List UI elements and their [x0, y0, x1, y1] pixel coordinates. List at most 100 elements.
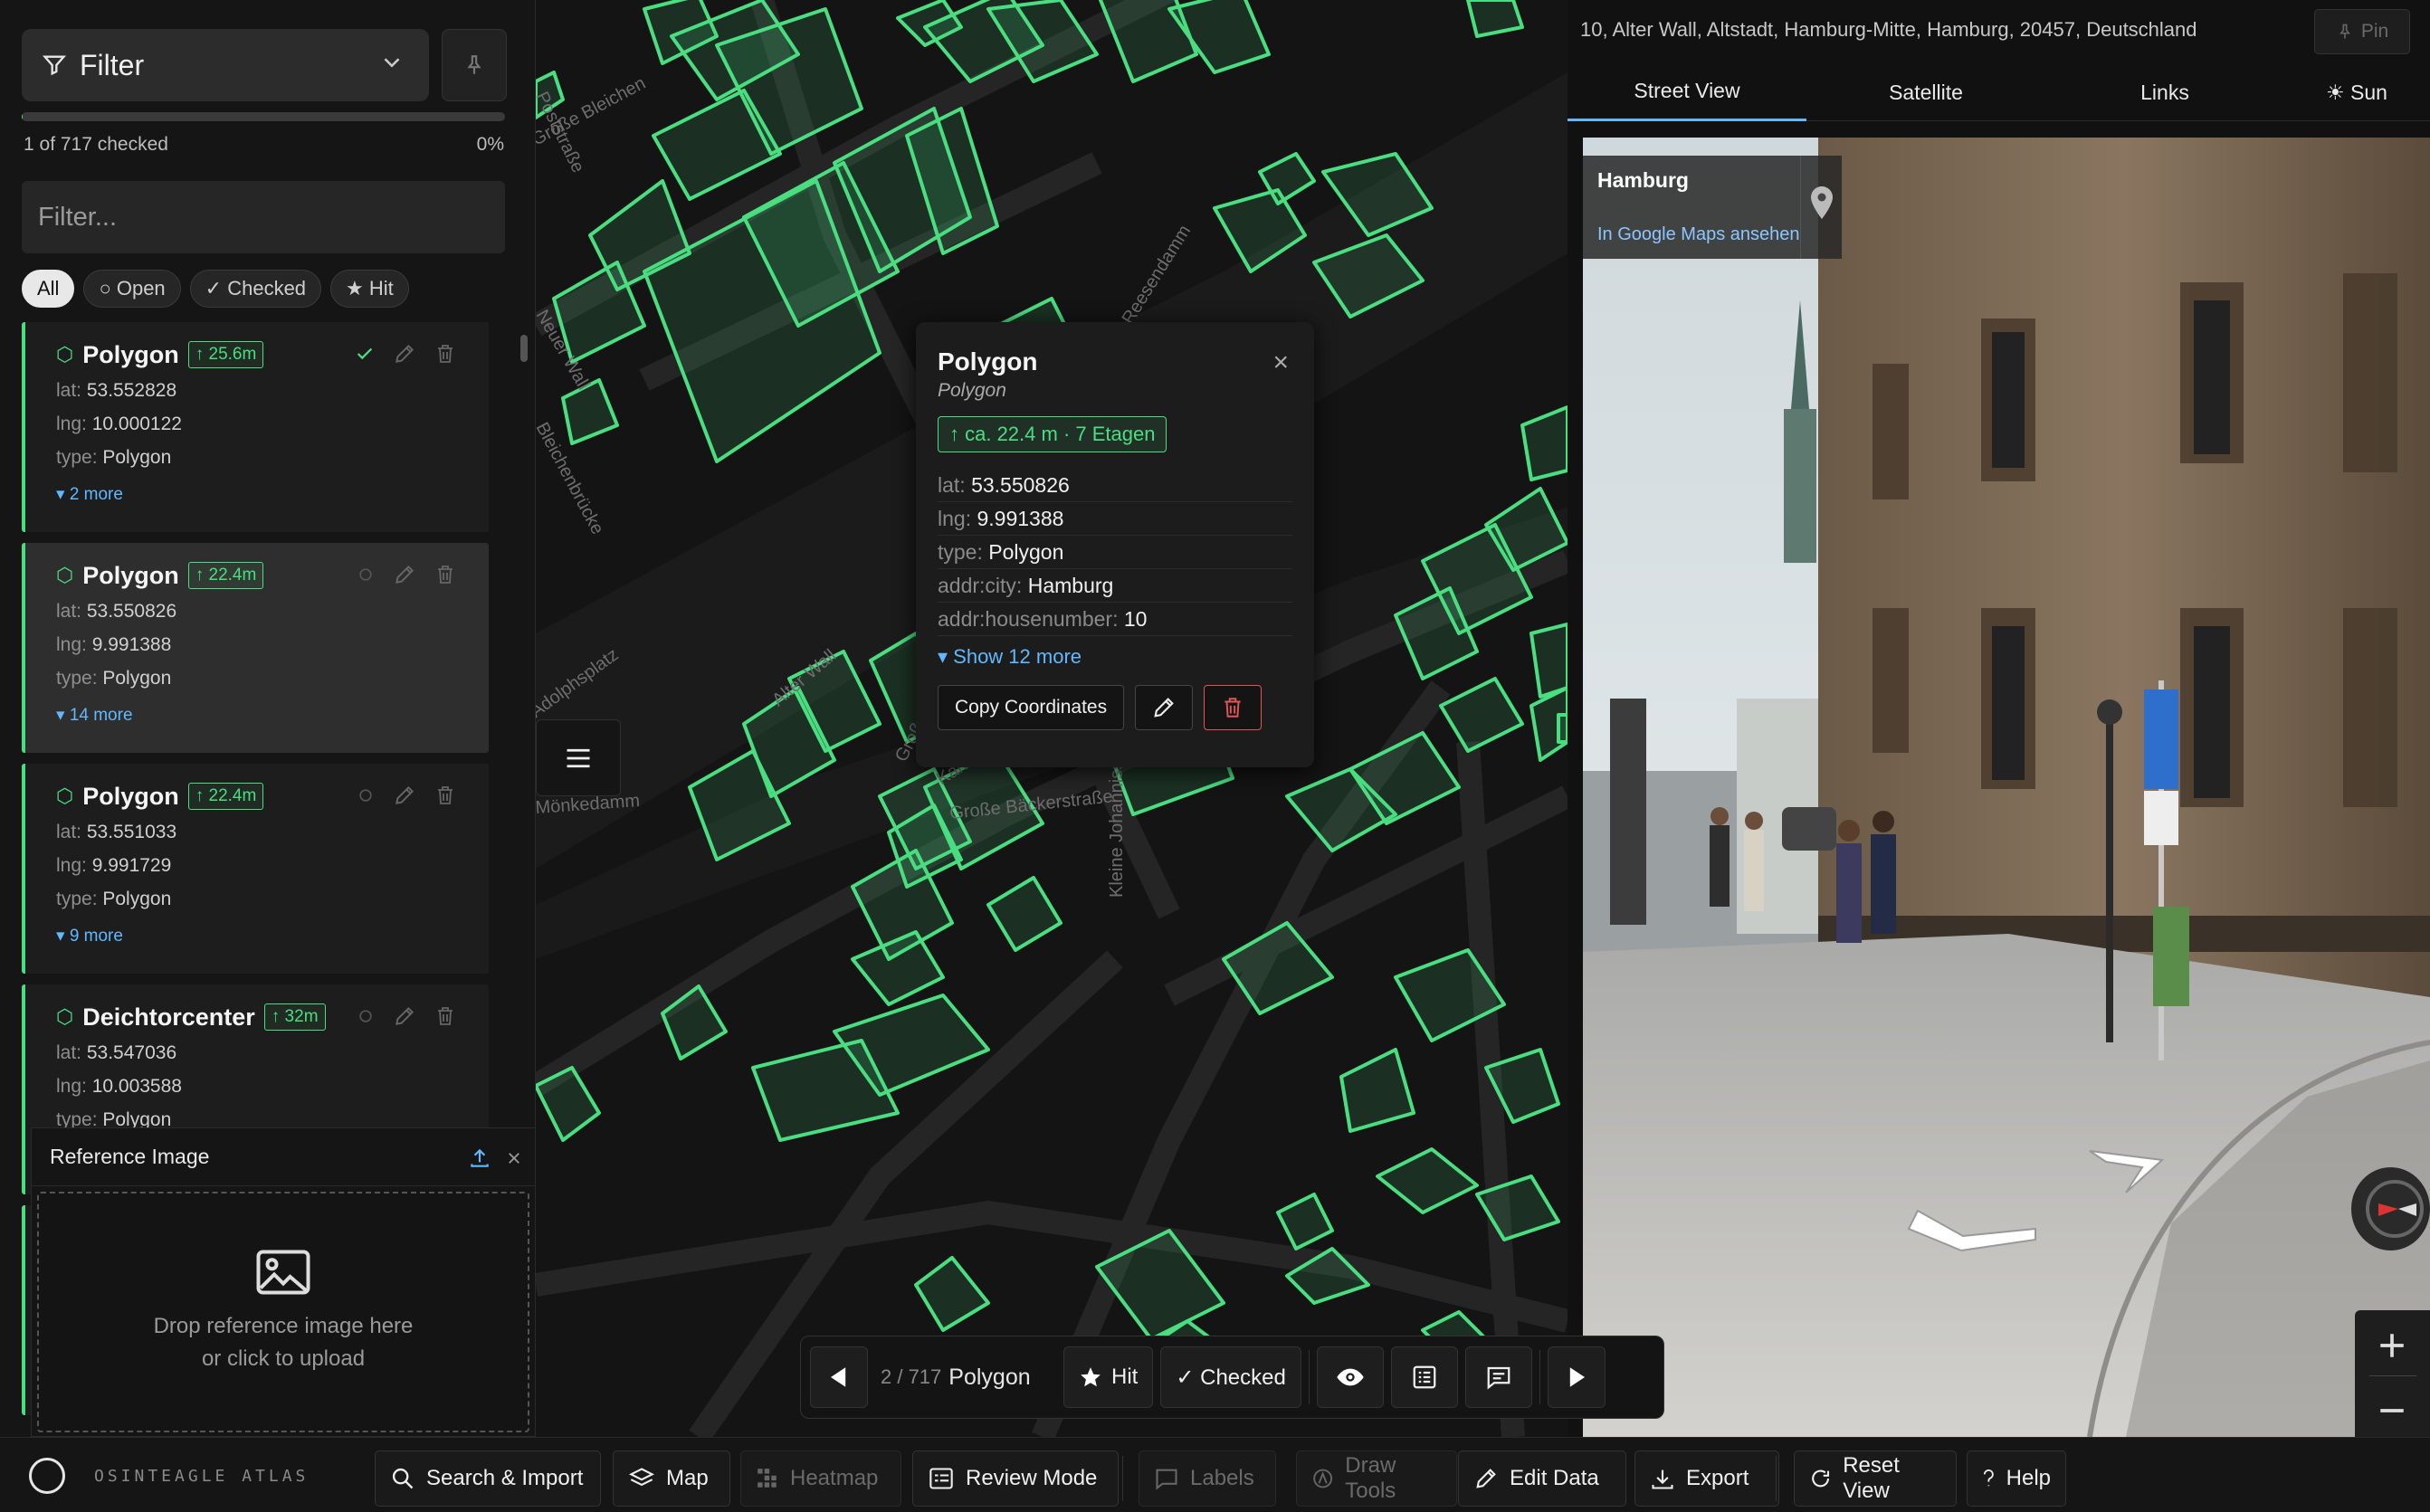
property-value: 9.991388 [977, 507, 1064, 530]
trash-icon[interactable] [434, 1004, 456, 1028]
heatmap-icon [758, 1469, 777, 1488]
notes-button[interactable] [1464, 1346, 1532, 1408]
scrollbar-thumb[interactable] [520, 335, 528, 362]
dropzone-line-1: Drop reference image here [153, 1314, 414, 1338]
trash-icon[interactable] [434, 342, 456, 366]
popup-close-icon[interactable]: × [1272, 347, 1289, 378]
feature-lat: lat: 53.550826 [56, 601, 489, 625]
hit-button[interactable]: Hit [1063, 1346, 1154, 1408]
feature-card[interactable]: ⬡ Polygon ↑ 25.6m lat: 53.552828 lng: 10.000… [22, 322, 489, 532]
popup-property-row: addr:city: Hamburg [938, 569, 1292, 603]
filter-chip[interactable]: All [22, 270, 75, 308]
open-circle-icon[interactable] [357, 786, 375, 804]
property-value: 53.550826 [971, 473, 1070, 497]
popup-delete-button[interactable] [1204, 685, 1263, 730]
close-icon[interactable] [506, 1150, 522, 1166]
next-feature-button[interactable] [1547, 1346, 1606, 1408]
feature-name: Polygon [82, 340, 179, 368]
edit-data-button[interactable]: Edit Data [1458, 1450, 1626, 1507]
edit-icon [1476, 1469, 1496, 1488]
pin-icon [2339, 24, 2350, 39]
reference-dropzone[interactable]: Drop reference image here or click to up… [37, 1192, 529, 1432]
pencil-icon[interactable] [393, 563, 416, 586]
feature-card[interactable]: ⬡ Polygon ↑ 22.4m lat: 53.550826 lng: 9.9913… [22, 543, 489, 753]
heatmap-button: Heatmap [740, 1450, 901, 1507]
triangle-right-icon [1569, 1367, 1585, 1387]
lat-value: 53.547036 [86, 1042, 177, 1063]
view-tab[interactable]: ☀ Sun [2284, 63, 2429, 121]
filter-chip[interactable]: ★ Hit [330, 270, 409, 308]
show-more-link[interactable]: ▾ 2 more [56, 484, 489, 505]
lng-value: 9.991729 [91, 855, 172, 876]
filter-title: Filter [80, 48, 145, 81]
reference-panel-title: Reference Image [50, 1145, 210, 1168]
height-badge: ↑ 32m [263, 1003, 326, 1031]
view-tab[interactable]: Satellite [1806, 63, 2045, 121]
compass-control[interactable] [2351, 1167, 2430, 1250]
view-tabs: Street View Satellite Links ☀ Sun [1568, 63, 2430, 121]
pin-sidebar-button[interactable] [442, 29, 507, 101]
view-tab[interactable]: Links [2045, 63, 2284, 121]
zoom-out-icon[interactable] [2377, 1395, 2407, 1426]
lng-label: lng: [56, 414, 87, 434]
map-menu-button[interactable] [536, 719, 621, 796]
show-more-link[interactable]: ▾ 9 more [56, 926, 489, 946]
feature-name: Deichtorcenter [82, 1003, 255, 1031]
check-icon[interactable] [355, 344, 375, 364]
property-key: addr:city: [938, 574, 1023, 597]
open-in-google-maps-link[interactable]: In Google Maps ansehen [1597, 224, 1800, 245]
comment-icon [1487, 1366, 1510, 1390]
feature-name: Polygon [948, 1364, 1031, 1390]
prev-feature-button[interactable] [810, 1346, 868, 1408]
type-label: type: [56, 889, 98, 909]
feature-lat: lat: 53.547036 [56, 1042, 489, 1067]
open-circle-icon[interactable] [357, 1007, 375, 1025]
trash-icon[interactable] [434, 563, 456, 586]
review-mode-button[interactable]: Review Mode [912, 1450, 1119, 1507]
map-pin-icon[interactable] [1811, 186, 1833, 219]
popup-actions: Copy Coordinates [938, 685, 1292, 730]
reference-image-panel: Reference Image Drop reference image her… [31, 1127, 536, 1437]
hexagon-icon: ⬡ [56, 343, 74, 366]
toolbar-button-label: Map [666, 1466, 709, 1490]
lat-label: lat: [56, 601, 82, 622]
street-view-image[interactable] [1583, 138, 2430, 1437]
trash-icon[interactable] [434, 784, 456, 807]
pencil-icon[interactable] [393, 784, 416, 807]
popup-show-more-link[interactable]: ▾ Show 12 more [938, 645, 1292, 669]
reset-view-button[interactable]: Reset View [1794, 1450, 1957, 1507]
view-tab[interactable]: Street View [1568, 63, 1806, 121]
open-circle-icon[interactable] [357, 566, 375, 584]
pencil-icon[interactable] [393, 342, 416, 366]
export-button[interactable]: Export [1634, 1450, 1779, 1507]
filter-chip[interactable]: ✓ Checked [189, 270, 322, 308]
upload-icon[interactable] [468, 1146, 491, 1170]
details-list-button[interactable] [1390, 1346, 1458, 1408]
filter-dropdown[interactable]: Filter [22, 29, 429, 101]
show-more-link[interactable]: ▾ 14 more [56, 705, 489, 726]
filter-input[interactable] [22, 181, 505, 253]
search-import-button[interactable]: Search & Import [375, 1450, 601, 1507]
lat-value: 53.551033 [86, 822, 177, 842]
app-logo-icon [29, 1458, 65, 1494]
pin-panel-button[interactable]: Pin [2314, 9, 2410, 54]
checked-button[interactable]: ✓ Checked [1160, 1346, 1301, 1408]
lat-value: 53.550826 [86, 601, 177, 622]
feature-lat: lat: 53.552828 [56, 380, 489, 404]
feature-card[interactable]: ⬡ Polygon ↑ 22.4m lat: 53.551033 lng: 9.9917… [22, 764, 489, 974]
pencil-icon[interactable] [393, 1004, 416, 1028]
help-button[interactable]: Help [1967, 1450, 2066, 1507]
filter-chip[interactable]: ○ Open [83, 270, 181, 308]
feature-popup: Polygon Polygon × ↑ ca. 22.4 m · 7 Etage… [916, 322, 1314, 767]
map-button[interactable]: Map [613, 1450, 730, 1507]
popup-edit-button[interactable] [1135, 685, 1194, 730]
type-label: type: [56, 668, 98, 689]
feature-card-actions [357, 1004, 456, 1028]
toggle-visibility-button[interactable] [1316, 1346, 1384, 1408]
zoom-in-icon[interactable] [2377, 1330, 2407, 1361]
toolbar-button-label: Search & Import [426, 1466, 584, 1490]
popup-title: Polygon [938, 347, 1038, 376]
toolbar-separator [1122, 1456, 1123, 1501]
copy-coordinates-button[interactable]: Copy Coordinates [938, 685, 1125, 730]
property-value: Hamburg [1027, 574, 1114, 597]
